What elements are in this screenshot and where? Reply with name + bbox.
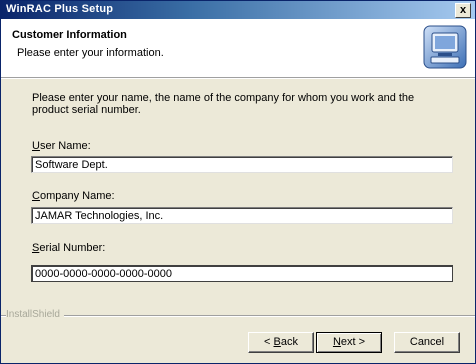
serial-number-field[interactable]: [31, 265, 453, 282]
company-name-label: Company Name:: [32, 190, 115, 202]
instructions-text: Please enter your name, the name of the …: [32, 92, 415, 116]
page-title: Customer Information: [12, 29, 127, 41]
header-panel: Customer Information Please enter your i…: [1, 19, 475, 78]
user-name-label: User Name:: [32, 140, 91, 152]
user-name-field[interactable]: [31, 156, 453, 173]
cancel-button[interactable]: Cancel: [394, 332, 460, 353]
page-subtitle: Please enter your information.: [17, 47, 164, 59]
installshield-divider: InstallShield: [1, 309, 475, 320]
title-bar[interactable]: WinRAC Plus Setup x: [1, 1, 475, 19]
close-button[interactable]: x: [455, 3, 471, 18]
close-icon: x: [459, 4, 467, 16]
header-divider: [1, 78, 475, 79]
setup-dialog-window: WinRAC Plus Setup x Customer Information…: [0, 0, 476, 364]
back-button[interactable]: < Back: [248, 332, 314, 353]
serial-number-label: Serial Number:: [32, 242, 106, 254]
company-name-field[interactable]: [31, 207, 453, 224]
setup-computer-icon: [423, 25, 467, 69]
window-title: WinRAC Plus Setup: [6, 3, 114, 15]
installshield-brand: InstallShield: [6, 309, 64, 320]
next-button[interactable]: Next >: [316, 332, 382, 353]
